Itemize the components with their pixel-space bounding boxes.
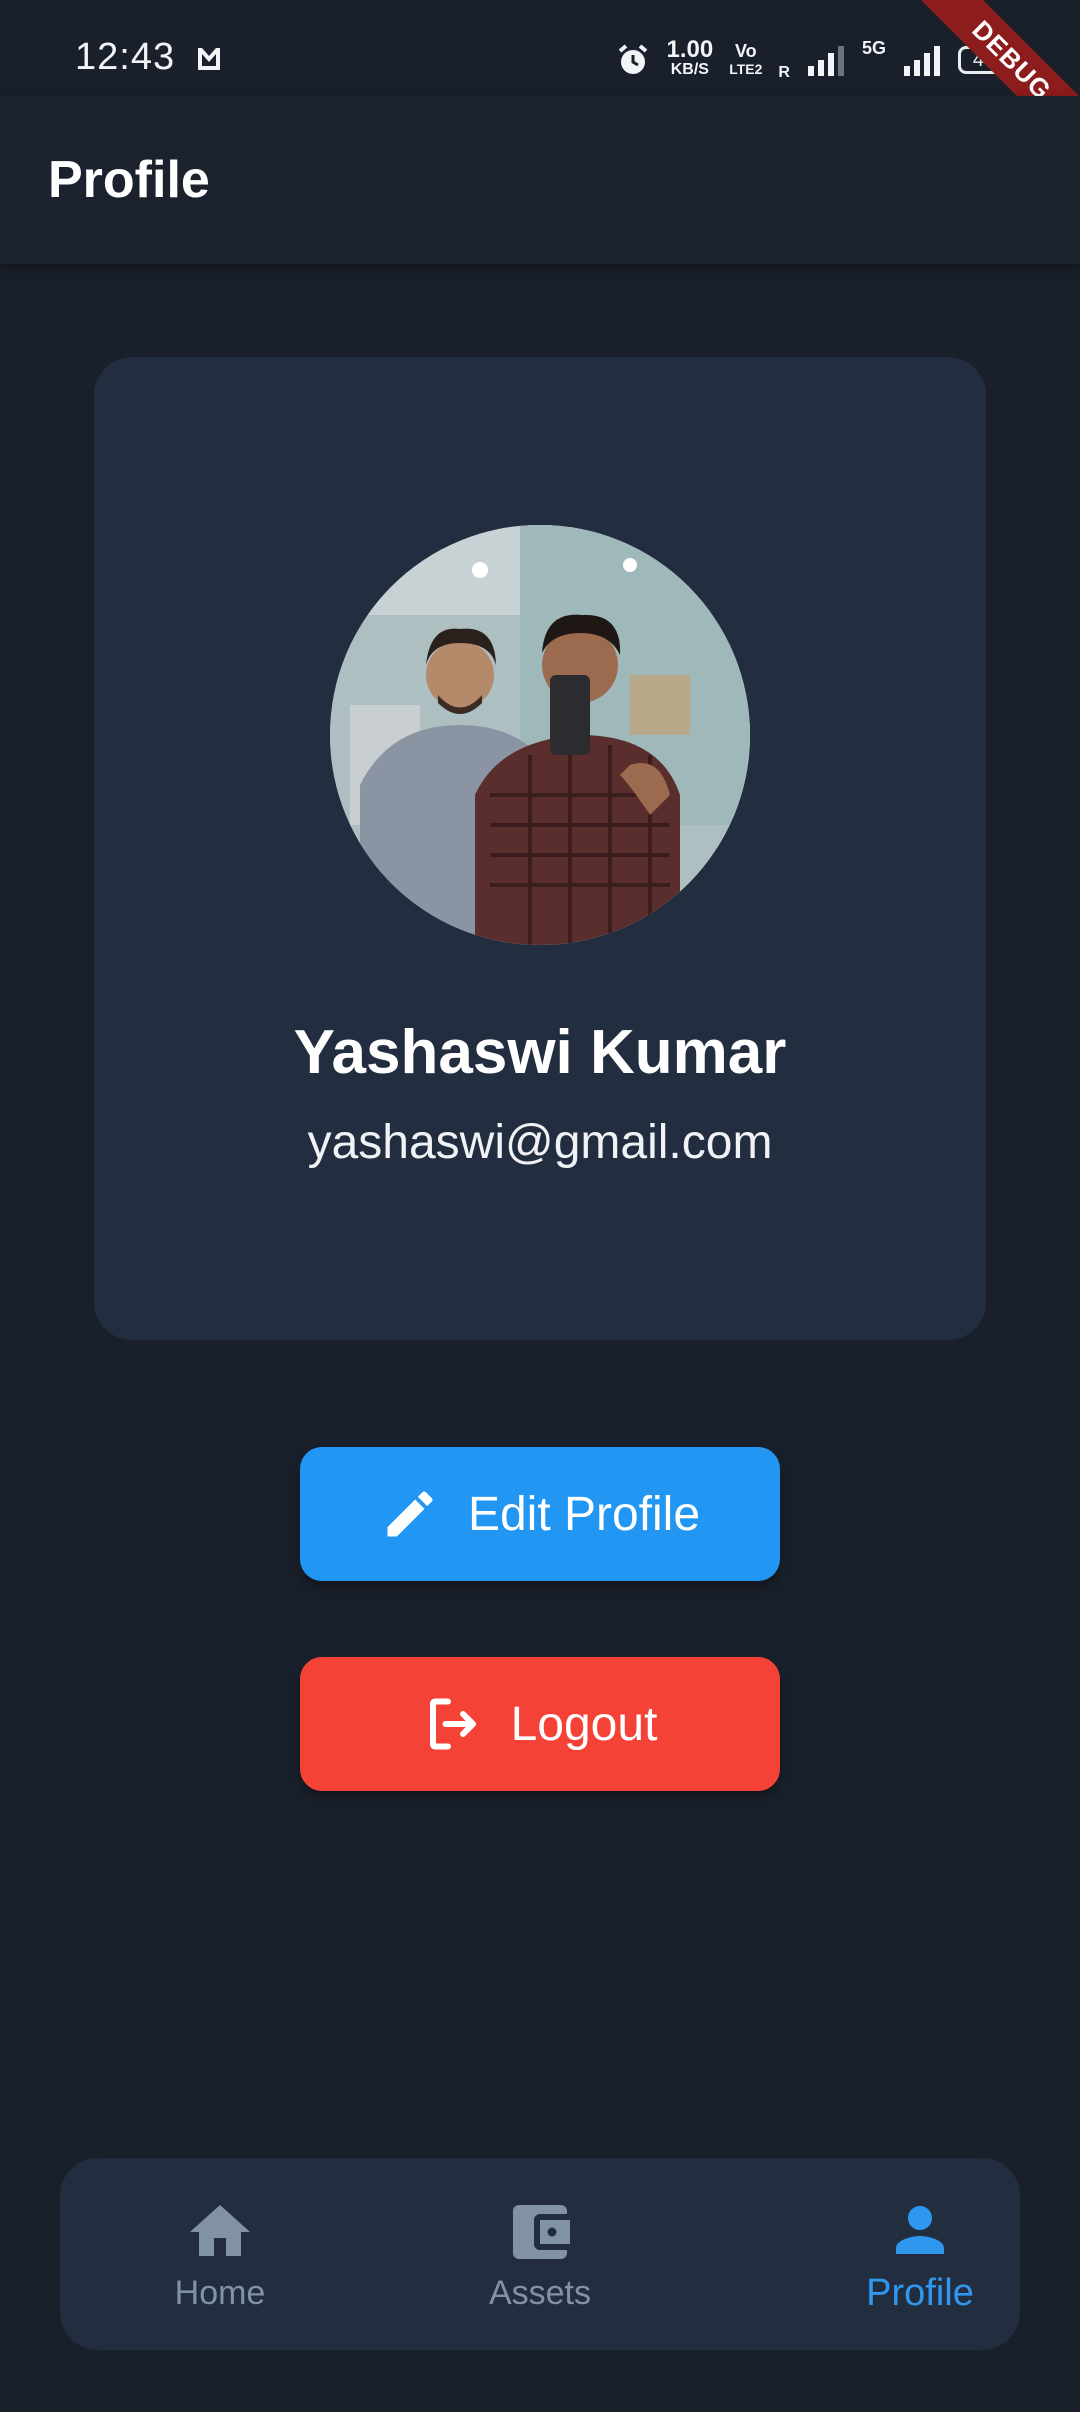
nav-item-profile[interactable]: Profile <box>760 2158 1080 2350</box>
nav-label-assets: Assets <box>488 2273 592 2312</box>
bottom-navigation: Home Assets Profile <box>60 2158 1020 2350</box>
nav-label-home: Home <box>174 2273 266 2312</box>
status-icons: 1.00 KB/S Vo LTE2 R 5G 45 <box>615 36 1010 82</box>
notification-app-icon <box>198 48 220 70</box>
home-icon <box>190 2204 250 2256</box>
pencil-icon <box>387 1491 433 1537</box>
user-email: yashaswi@gmail.com <box>307 1116 773 1169</box>
battery-indicator: 45 <box>958 46 1010 74</box>
status-time: 12:43 <box>75 36 176 78</box>
logout-icon <box>429 1698 476 1750</box>
signal-icon-sim1 <box>807 46 844 76</box>
logout-label: Logout <box>510 1697 658 1751</box>
net-speed: 1.00 KB/S <box>666 36 714 80</box>
logout-button[interactable]: Logout <box>300 1657 780 1791</box>
battery-level: 45 <box>972 48 996 71</box>
volte-top: Vo <box>734 41 757 61</box>
volte-bottom: LTE2 <box>729 61 763 77</box>
net-speed-unit: KB/S <box>670 61 709 78</box>
network-type: 5G <box>861 38 886 58</box>
signal-icon-sim2 <box>904 46 940 76</box>
wallet-icon <box>513 2204 570 2259</box>
user-name: Yashaswi Kumar <box>293 1018 787 1087</box>
edit-profile-button[interactable]: Edit Profile <box>300 1447 780 1581</box>
page-title: Profile <box>48 151 210 209</box>
avatar-photo <box>330 525 750 945</box>
person-icon <box>896 2205 944 2254</box>
edit-profile-label: Edit Profile <box>467 1487 701 1541</box>
net-speed-value: 1.00 <box>666 36 714 63</box>
profile-card: Yashaswi Kumar yashaswi@gmail.com <box>94 357 986 1340</box>
roaming-indicator: R <box>778 64 790 81</box>
nav-item-assets[interactable]: Assets <box>380 2158 700 2350</box>
status-bar: 12:43 1.00 KB/S Vo LTE2 R 5G 45 <box>0 0 1080 96</box>
volte-indicator: Vo LTE2 <box>729 42 762 78</box>
app-bar: Profile <box>0 96 1080 264</box>
nav-label-profile: Profile <box>866 2271 974 2314</box>
avatar[interactable] <box>330 525 750 945</box>
nav-item-home[interactable]: Home <box>60 2158 380 2350</box>
alarm-icon <box>618 44 647 74</box>
